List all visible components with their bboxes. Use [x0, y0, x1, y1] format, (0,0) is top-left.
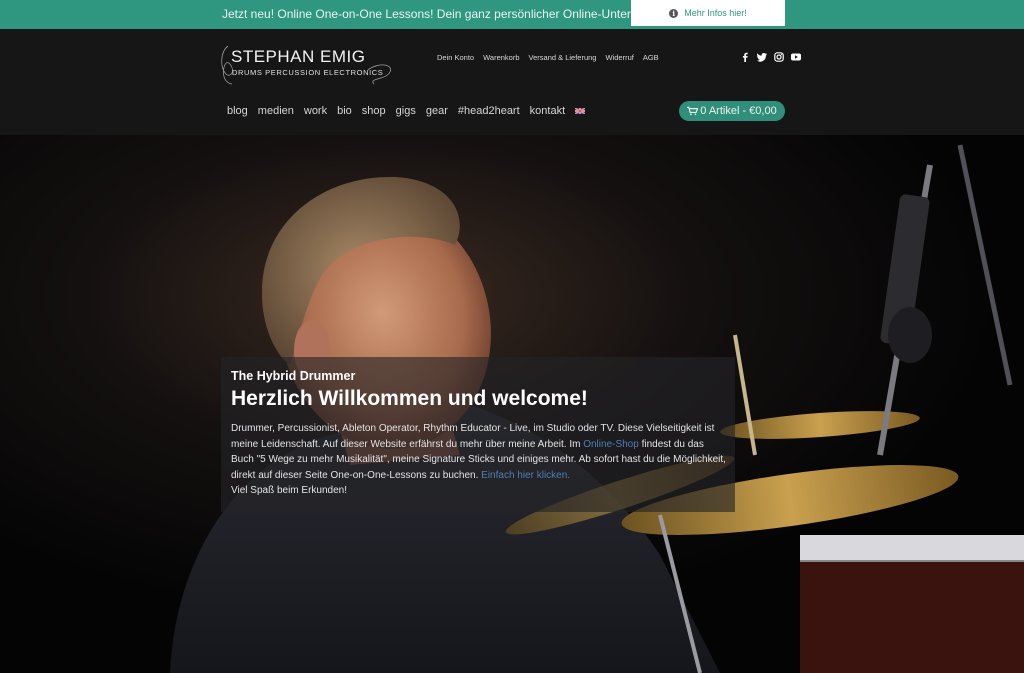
cart-button[interactable]: 0 Artikel - €0,00 [679, 101, 785, 121]
meta-link-shipping[interactable]: Versand & Lieferung [529, 53, 597, 62]
nav-head2heart[interactable]: #head2heart [458, 105, 520, 117]
nav-work[interactable]: work [304, 105, 327, 117]
nav-medien[interactable]: medien [258, 105, 294, 117]
meta-link-terms[interactable]: AGB [643, 53, 659, 62]
welcome-card: The Hybrid Drummer Herzlich Willkommen u… [221, 357, 735, 512]
meta-navigation: Dein Konto Warenkorb Versand & Lieferung… [437, 53, 659, 62]
uk-flag-icon[interactable] [575, 108, 586, 114]
meta-link-account[interactable]: Dein Konto [437, 53, 474, 62]
logo-name: STEPHAN EMIG [231, 47, 366, 66]
site-header: STEPHAN EMIG DRUMS PERCUSSION ELECTRONIC… [0, 29, 1024, 135]
info-icon: i [669, 8, 679, 18]
shopping-cart-icon [687, 106, 699, 116]
site-logo[interactable]: STEPHAN EMIG DRUMS PERCUSSION ELECTRONIC… [218, 42, 398, 88]
nav-bio[interactable]: bio [337, 105, 352, 117]
twitter-icon[interactable] [757, 52, 767, 62]
cart-label: 0 Artikel - €0,00 [700, 105, 777, 117]
hero-text-part-3: Viel Spaß beim Erkunden! [231, 485, 347, 496]
hero-section: The Hybrid Drummer Herzlich Willkommen u… [0, 135, 1024, 673]
social-links [740, 52, 801, 62]
nav-gigs[interactable]: gigs [396, 105, 416, 117]
announcement-bar: Jetzt neu! Online One-on-One Lessons! De… [0, 0, 1024, 29]
instagram-icon[interactable] [774, 52, 784, 62]
book-lessons-link[interactable]: Einfach hier klicken. [481, 470, 570, 481]
meta-link-withdrawal[interactable]: Widerruf [605, 53, 633, 62]
hero-title: Herzlich Willkommen und welcome! [231, 387, 588, 410]
more-info-button[interactable]: i Mehr Infos hier! [631, 0, 785, 26]
nav-kontakt[interactable]: kontakt [530, 105, 565, 117]
nav-blog[interactable]: blog [227, 105, 248, 117]
announcement-text: Jetzt neu! Online One-on-One Lessons! De… [222, 7, 657, 21]
facebook-icon[interactable] [740, 52, 750, 62]
meta-link-cart[interactable]: Warenkorb [483, 53, 519, 62]
nav-shop[interactable]: shop [362, 105, 386, 117]
online-shop-link[interactable]: Online-Shop [583, 439, 639, 450]
main-navigation: blog medien work bio shop gigs gear #hea… [227, 105, 586, 117]
logo-tagline: DRUMS PERCUSSION ELECTRONICS [232, 68, 384, 77]
nav-gear[interactable]: gear [426, 105, 448, 117]
hero-kicker: The Hybrid Drummer [231, 369, 356, 383]
youtube-icon[interactable] [791, 52, 801, 62]
hero-description: Drummer, Percussionist, Ableton Operator… [231, 421, 729, 499]
more-info-label: Mehr Infos hier! [684, 8, 747, 18]
